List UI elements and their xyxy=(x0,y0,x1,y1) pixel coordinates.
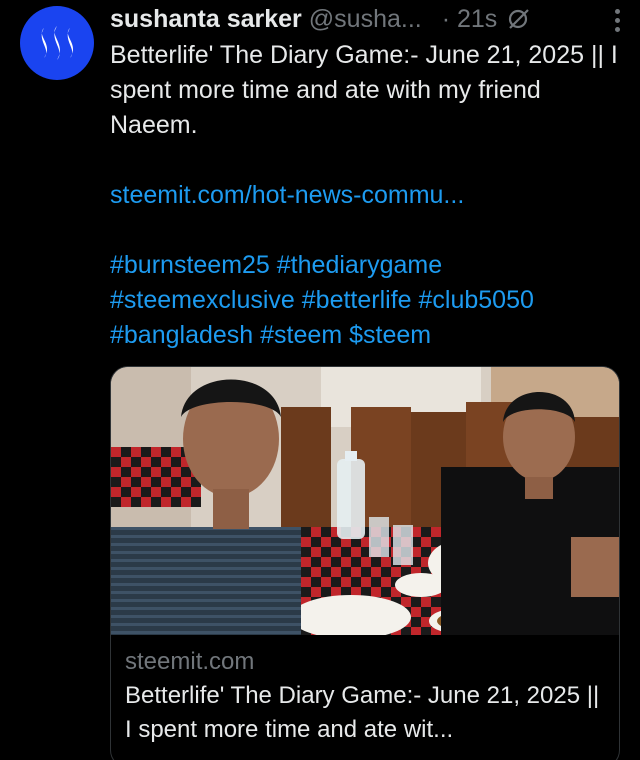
grok-icon[interactable] xyxy=(507,7,531,31)
post: sushanta sarker @susha... · 21s Betterli… xyxy=(0,0,640,760)
card-title: Betterlife' The Diary Game:- June 21, 20… xyxy=(125,682,600,743)
link-preview-card[interactable]: steemit.com Betterlife' The Diary Game:-… xyxy=(110,366,620,760)
steem-logo-icon xyxy=(41,26,74,60)
post-text-block: Betterlife' The Diary Game:- June 21, 20… xyxy=(110,38,620,353)
post-header: sushanta sarker @susha... · 21s xyxy=(110,0,620,38)
card-photo[interactable] xyxy=(111,367,619,635)
card-domain: steemit.com xyxy=(125,648,255,675)
display-name[interactable]: sushanta sarker xyxy=(110,5,302,34)
post-link[interactable]: steemit.com/hot-news-commu... xyxy=(110,181,464,209)
hashtag[interactable]: #thediarygame xyxy=(277,251,442,279)
hashtags: #burnsteem25 #thediarygame #steemexclusi… xyxy=(110,248,620,353)
post-content: sushanta sarker @susha... · 21s Betterli… xyxy=(110,0,620,353)
hashtag[interactable]: #steem xyxy=(260,321,342,349)
cashtag[interactable]: $steem xyxy=(349,321,431,349)
user-handle[interactable]: @susha... xyxy=(309,5,422,34)
post-text: Betterlife' The Diary Game:- June 21, 20… xyxy=(110,41,618,139)
hashtag[interactable]: #club5050 xyxy=(419,286,534,314)
hashtag[interactable]: #steemexclusive xyxy=(110,286,295,314)
card-footer: steemit.com Betterlife' The Diary Game:-… xyxy=(111,635,619,747)
avatar[interactable] xyxy=(20,6,94,80)
timestamp[interactable]: · 21s xyxy=(442,5,498,34)
more-options-icon[interactable] xyxy=(615,9,620,32)
hashtag[interactable]: #burnsteem25 xyxy=(110,251,270,279)
hashtag[interactable]: #betterlife xyxy=(302,286,412,314)
hashtag[interactable]: #bangladesh xyxy=(110,321,253,349)
